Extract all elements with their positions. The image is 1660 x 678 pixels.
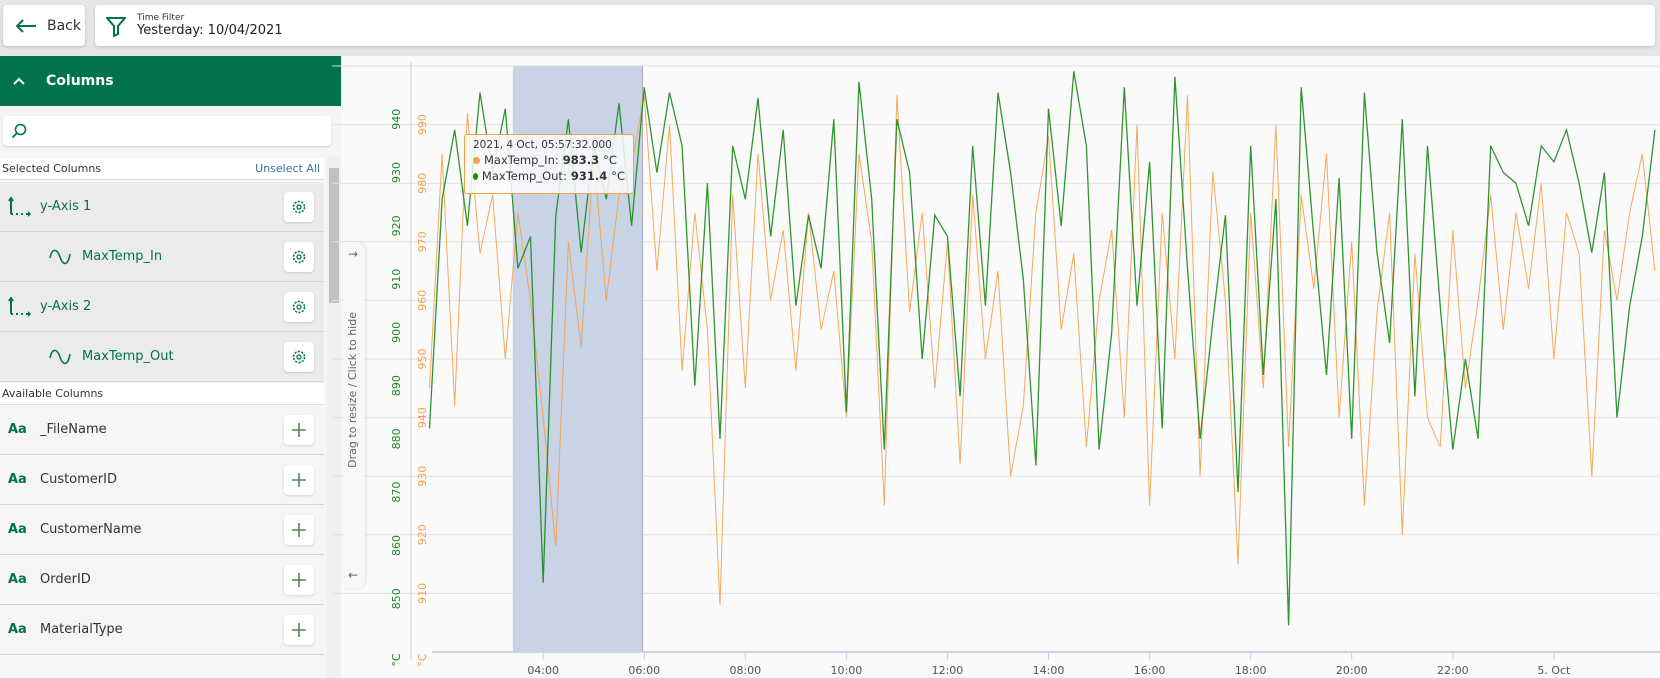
y-axis-out-tick-label: 870	[390, 482, 403, 503]
line-chart[interactable]: 850 860 870 880 890 900 910 920 930 940 910 920 930 9…	[0, 0, 1660, 678]
y-axis-out-tick-label: 900	[390, 322, 403, 343]
y-axis-out-tick-label: 940	[390, 109, 403, 130]
y-axis-in-tick-label: 990	[416, 114, 429, 135]
tooltip-out-value: 931.4	[570, 169, 608, 183]
x-tick-label: 04:00	[527, 664, 559, 677]
y-axis-in-tick-label: 920	[416, 524, 429, 545]
y-axis-in-unit: °C	[416, 653, 429, 667]
tooltip-in-value: 983.3	[562, 153, 600, 167]
y-axis-in-tick-label: 930	[416, 466, 429, 487]
y-axis-out-tick-label: 930	[390, 162, 403, 183]
tooltip-time: 2021, 4 Oct, 05:57:32.000	[473, 139, 612, 151]
y-axis-in-tick-label: 940	[416, 407, 429, 428]
series-out-dot-icon	[473, 172, 478, 180]
x-tick-label: 12:00	[932, 664, 964, 677]
x-tick-label: 08:00	[729, 664, 761, 677]
y-axis-out-tick-label: 920	[390, 215, 403, 236]
tooltip-out-unit: °C	[611, 169, 625, 183]
x-tick-label: 16:00	[1134, 664, 1166, 677]
y-axis-out-tick-label: 880	[390, 428, 403, 449]
tooltip-out-label: MaxTemp_Out:	[481, 169, 567, 183]
tooltip-in-label: MaxTemp_In:	[484, 153, 559, 167]
arrow-right-icon: →	[348, 247, 359, 261]
y-axis-in-tick-label: 950	[416, 349, 429, 370]
y-axis-out-tick-label: 860	[390, 535, 403, 556]
series-in-dot-icon	[473, 156, 480, 164]
arrow-left-icon: ←	[348, 568, 359, 582]
y-axis-out-tick-label: 890	[390, 375, 403, 396]
y-axis-out-tick-label: 910	[390, 269, 403, 290]
x-tick-label: 18:00	[1235, 664, 1267, 677]
y-axis-in-tick-label: 910	[416, 583, 429, 604]
x-tick-label: 5. Oct	[1537, 664, 1571, 677]
y-axis-in-tick-label: 970	[416, 231, 429, 252]
x-tick-label: 14:00	[1033, 664, 1065, 677]
x-tick-label: 10:00	[831, 664, 863, 677]
tooltip-in-unit: °C	[603, 153, 617, 167]
x-tick-label: 06:00	[628, 664, 660, 677]
resize-hint: Drag to resize / Click to hide	[346, 312, 359, 468]
y-axis-out-tick-label: 850	[390, 588, 403, 609]
sidebar-resize-handle[interactable]: → Drag to resize / Click to hide ←	[343, 242, 365, 588]
y-axis-out-unit: °C	[390, 653, 403, 667]
x-tick-label: 22:00	[1437, 664, 1469, 677]
y-axis-in-tick-label: 980	[416, 173, 429, 194]
y-axis-in-tick-label: 960	[416, 290, 429, 311]
x-tick-label: 20:00	[1336, 664, 1368, 677]
chart-tooltip: 2021, 4 Oct, 05:57:32.000 MaxTemp_In: 983…	[464, 134, 634, 194]
